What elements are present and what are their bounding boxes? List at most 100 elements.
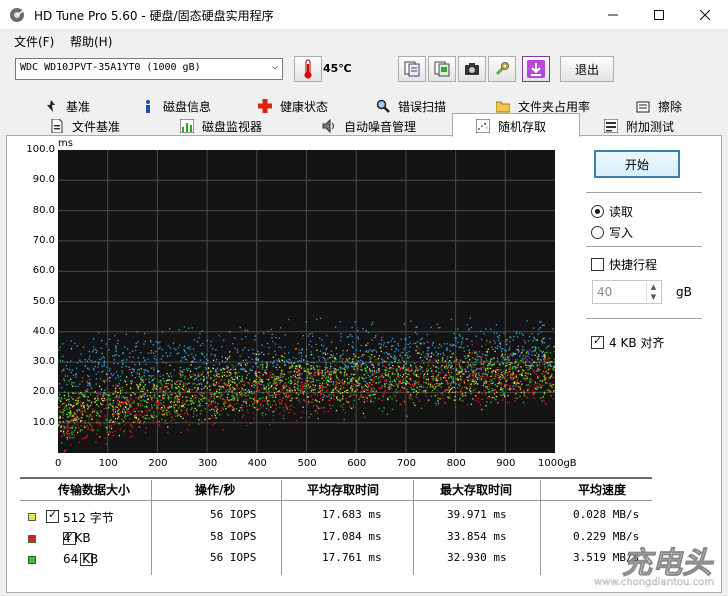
drive-select[interactable]: WDC WD10JPVT-35A1YT0 (1000 gB) ⌵ bbox=[15, 58, 283, 80]
scatter-point bbox=[226, 399, 228, 401]
tab-random-access[interactable]: 随机存取 bbox=[476, 116, 546, 136]
scatter-point bbox=[468, 328, 470, 330]
scatter-point bbox=[432, 377, 434, 380]
tab-health[interactable]: 健康状态 bbox=[258, 96, 328, 116]
row-checkbox-512[interactable] bbox=[46, 508, 59, 523]
tab-disk-monitor[interactable]: 磁盘监视器 bbox=[180, 116, 262, 136]
temperature-button[interactable] bbox=[294, 56, 322, 82]
scatter-point bbox=[336, 378, 338, 380]
short-stroke-option[interactable]: 快捷行程 bbox=[591, 256, 657, 273]
scatter-point bbox=[131, 350, 134, 352]
scatter-point bbox=[81, 429, 83, 431]
scatter-point bbox=[276, 364, 278, 366]
scatter-point bbox=[400, 352, 402, 354]
tab-benchmark[interactable]: 基准 bbox=[44, 96, 90, 116]
save-button[interactable] bbox=[522, 56, 550, 82]
tab-disk-info[interactable]: 磁盘信息 bbox=[141, 96, 211, 116]
scatter-point bbox=[363, 354, 365, 356]
scatter-point bbox=[394, 390, 397, 392]
tab-erase[interactable]: 擦除 bbox=[636, 96, 682, 116]
maximize-button[interactable] bbox=[636, 0, 682, 30]
scatter-point bbox=[391, 398, 393, 400]
copy-info-button[interactable] bbox=[398, 56, 426, 82]
scatter-point bbox=[170, 402, 173, 404]
tab-error-scan[interactable]: 错误扫描 bbox=[376, 96, 446, 116]
spinner-arrows[interactable]: ▲ ▼ bbox=[646, 282, 660, 302]
short-stroke-checkbox[interactable] bbox=[591, 258, 604, 271]
scatter-point bbox=[367, 393, 369, 395]
tab-file-benchmark[interactable]: 文件基准 bbox=[50, 116, 120, 136]
scatter-point bbox=[93, 392, 95, 394]
scatter-point bbox=[263, 332, 265, 334]
settings-button[interactable] bbox=[488, 56, 516, 82]
scatter-point bbox=[413, 342, 415, 345]
scatter-point bbox=[531, 354, 533, 356]
scatter-point bbox=[185, 396, 187, 398]
scatter-point bbox=[272, 365, 274, 367]
scatter-point bbox=[146, 395, 149, 397]
scatter-point bbox=[272, 356, 274, 358]
scatter-point bbox=[432, 341, 434, 344]
scatter-point bbox=[237, 399, 239, 401]
write-option[interactable]: 写入 bbox=[591, 224, 633, 241]
camera-button[interactable] bbox=[458, 56, 486, 82]
read-option[interactable]: 读取 bbox=[591, 203, 633, 220]
scatter-point bbox=[89, 378, 91, 381]
scatter-point bbox=[231, 391, 233, 393]
scatter-point bbox=[493, 332, 495, 334]
minimize-button[interactable] bbox=[590, 0, 636, 30]
align-4kb-checkbox[interactable] bbox=[591, 334, 604, 349]
scatter-point bbox=[392, 373, 394, 375]
menu-help[interactable]: 帮助(H) bbox=[70, 33, 112, 50]
scatter-point bbox=[382, 396, 385, 398]
scatter-point bbox=[77, 400, 79, 402]
scatter-point bbox=[80, 425, 83, 427]
menu-file[interactable]: 文件(F) bbox=[14, 33, 54, 50]
tab-extra-tests[interactable]: 附加测试 bbox=[604, 116, 674, 136]
scatter-point bbox=[494, 384, 496, 386]
read-radio[interactable] bbox=[591, 205, 604, 218]
scatter-point bbox=[132, 369, 134, 371]
scatter-point bbox=[531, 394, 534, 396]
scatter-point bbox=[205, 368, 208, 371]
scatter-point bbox=[179, 383, 181, 385]
scatter-point bbox=[387, 373, 390, 375]
scatter-point bbox=[210, 340, 212, 343]
scatter-point bbox=[151, 377, 153, 379]
scatter-point bbox=[70, 432, 73, 434]
scatter-point bbox=[62, 403, 64, 405]
scatter-point bbox=[348, 343, 350, 346]
scatter-point bbox=[496, 335, 499, 338]
start-button[interactable]: 开始 bbox=[594, 150, 680, 178]
eraser-icon bbox=[636, 101, 650, 113]
scatter-point bbox=[275, 384, 277, 386]
tab-noise-management[interactable]: 自动噪音管理 bbox=[322, 116, 416, 136]
exit-button[interactable]: 退出 bbox=[560, 56, 614, 82]
scatter-point bbox=[88, 358, 90, 360]
scatter-point bbox=[144, 340, 146, 343]
scatter-point bbox=[77, 408, 79, 411]
scatter-point bbox=[324, 372, 327, 374]
scatter-point bbox=[79, 404, 82, 406]
scatter-point bbox=[114, 354, 116, 357]
spin-up-icon[interactable]: ▲ bbox=[647, 282, 660, 292]
close-button[interactable] bbox=[682, 0, 728, 30]
scatter-point bbox=[402, 387, 405, 390]
scatter-point bbox=[299, 389, 301, 391]
scatter-point bbox=[330, 377, 332, 379]
short-stroke-spinner[interactable]: 40 ▲ ▼ bbox=[592, 280, 662, 304]
scatter-point bbox=[549, 391, 552, 393]
scatter-point bbox=[306, 360, 308, 362]
scatter-point bbox=[130, 406, 133, 408]
spin-down-icon[interactable]: ▼ bbox=[647, 292, 660, 302]
scatter-point bbox=[77, 385, 79, 387]
align-4kb-option[interactable]: 4 KB 对齐 bbox=[591, 334, 664, 351]
scatter-point bbox=[526, 373, 528, 375]
scatter-point bbox=[196, 409, 198, 411]
scatter-point bbox=[508, 358, 510, 360]
write-radio[interactable] bbox=[591, 226, 604, 239]
scatter-point bbox=[329, 384, 331, 387]
scatter-point bbox=[298, 352, 300, 354]
scatter-point bbox=[536, 339, 538, 341]
copy-screenshot-button[interactable] bbox=[428, 56, 456, 82]
